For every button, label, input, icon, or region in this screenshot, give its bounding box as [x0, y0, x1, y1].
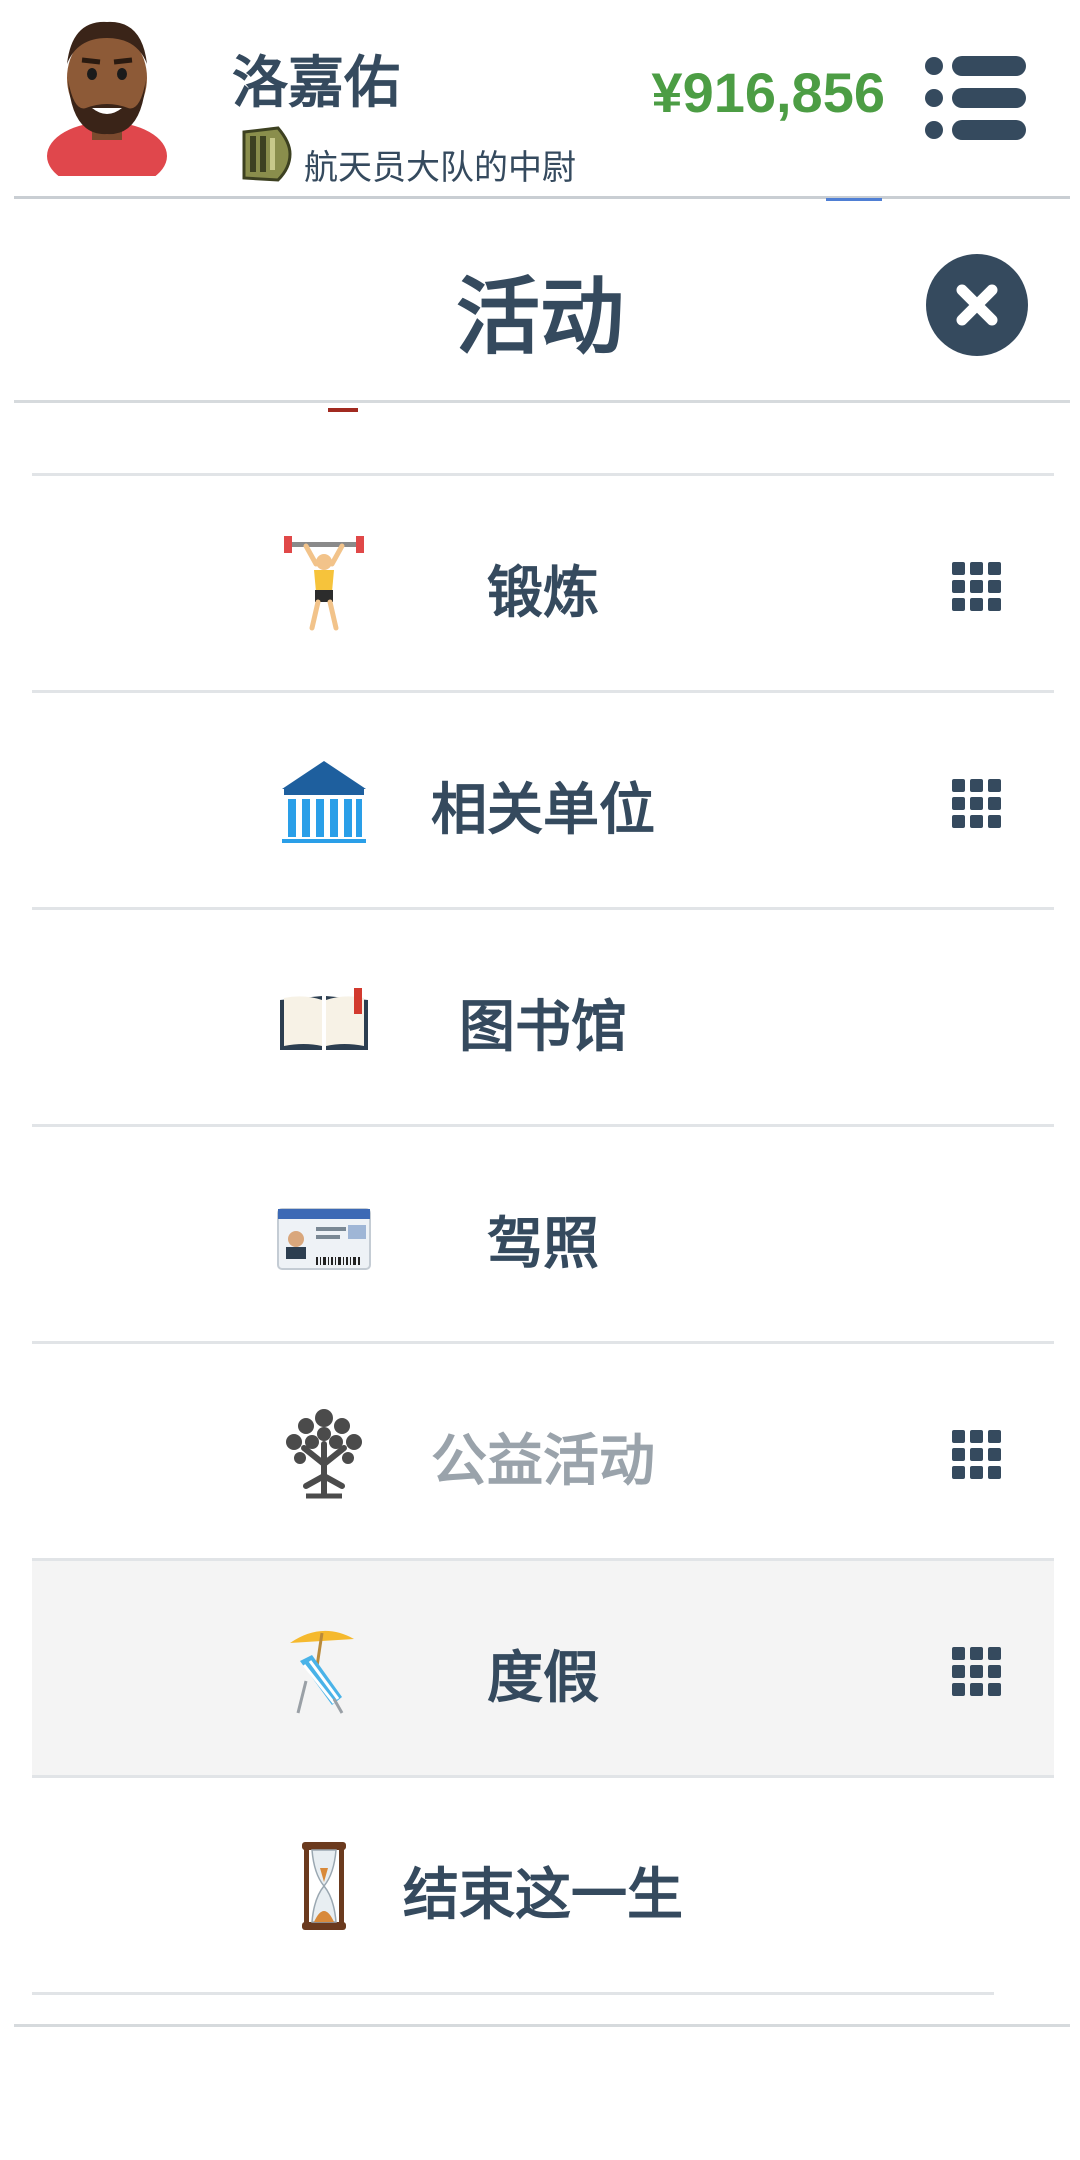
- list-bottom-divider: [14, 2024, 1070, 2027]
- list-menu-icon: [925, 56, 1026, 140]
- activity-label: 图书馆: [459, 995, 627, 1060]
- rank-title: 航天员大队的中尉: [304, 148, 576, 188]
- header-divider: [14, 196, 1070, 199]
- activity-label: 驾照: [487, 1212, 599, 1277]
- player-name: 洛嘉佑: [232, 51, 400, 116]
- partial-icon-edge: [328, 404, 358, 412]
- main-menu-button[interactable]: [920, 48, 1030, 148]
- activity-item-institutions[interactable]: 相关单位: [32, 693, 1054, 910]
- grid-menu-button[interactable]: [950, 1428, 1004, 1482]
- grid-menu-button[interactable]: [950, 777, 1004, 831]
- money-balance: ¥916,856: [651, 61, 885, 124]
- grid-icon: [952, 779, 1001, 828]
- grid-icon: [952, 1430, 1001, 1479]
- modal-divider: [14, 400, 1070, 403]
- activity-item-end-life[interactable]: 结束这一生: [32, 1778, 994, 1995]
- close-icon: [956, 284, 998, 326]
- modal-title: 活动: [455, 268, 624, 366]
- list-item-partial: [32, 404, 1054, 476]
- activity-label: 结束这一生: [403, 1863, 683, 1928]
- avatar[interactable]: [42, 16, 172, 190]
- activity-item-driver-license[interactable]: 驾照: [32, 1127, 1054, 1344]
- activity-label: 相关单位: [431, 778, 655, 843]
- activity-item-exercise[interactable]: 锻炼: [32, 476, 1054, 693]
- activity-label: 公益活动: [431, 1429, 655, 1494]
- grid-icon: [952, 1647, 1001, 1696]
- close-button[interactable]: [926, 254, 1028, 356]
- grid-icon: [952, 562, 1001, 611]
- activity-label: 度假: [487, 1646, 599, 1711]
- activity-list[interactable]: 锻炼 相关单位 图书馆 驾照 公益活动 度假 结束这一生: [32, 404, 1054, 2004]
- activity-item-charity[interactable]: 公益活动: [32, 1344, 1054, 1561]
- bearded-man-avatar-icon: [47, 21, 167, 190]
- activity-label: 锻炼: [487, 561, 599, 626]
- top-bar: 洛嘉佑 航天员大队的中尉 ¥916,856: [0, 0, 1080, 198]
- grid-menu-button[interactable]: [950, 560, 1004, 614]
- header-tab-indicator: [826, 198, 882, 201]
- grid-menu-button[interactable]: [950, 1645, 1004, 1699]
- activity-item-library[interactable]: 图书馆: [32, 910, 1054, 1127]
- military-rank-icon: [238, 124, 296, 184]
- activity-item-vacation[interactable]: 度假: [32, 1561, 1054, 1778]
